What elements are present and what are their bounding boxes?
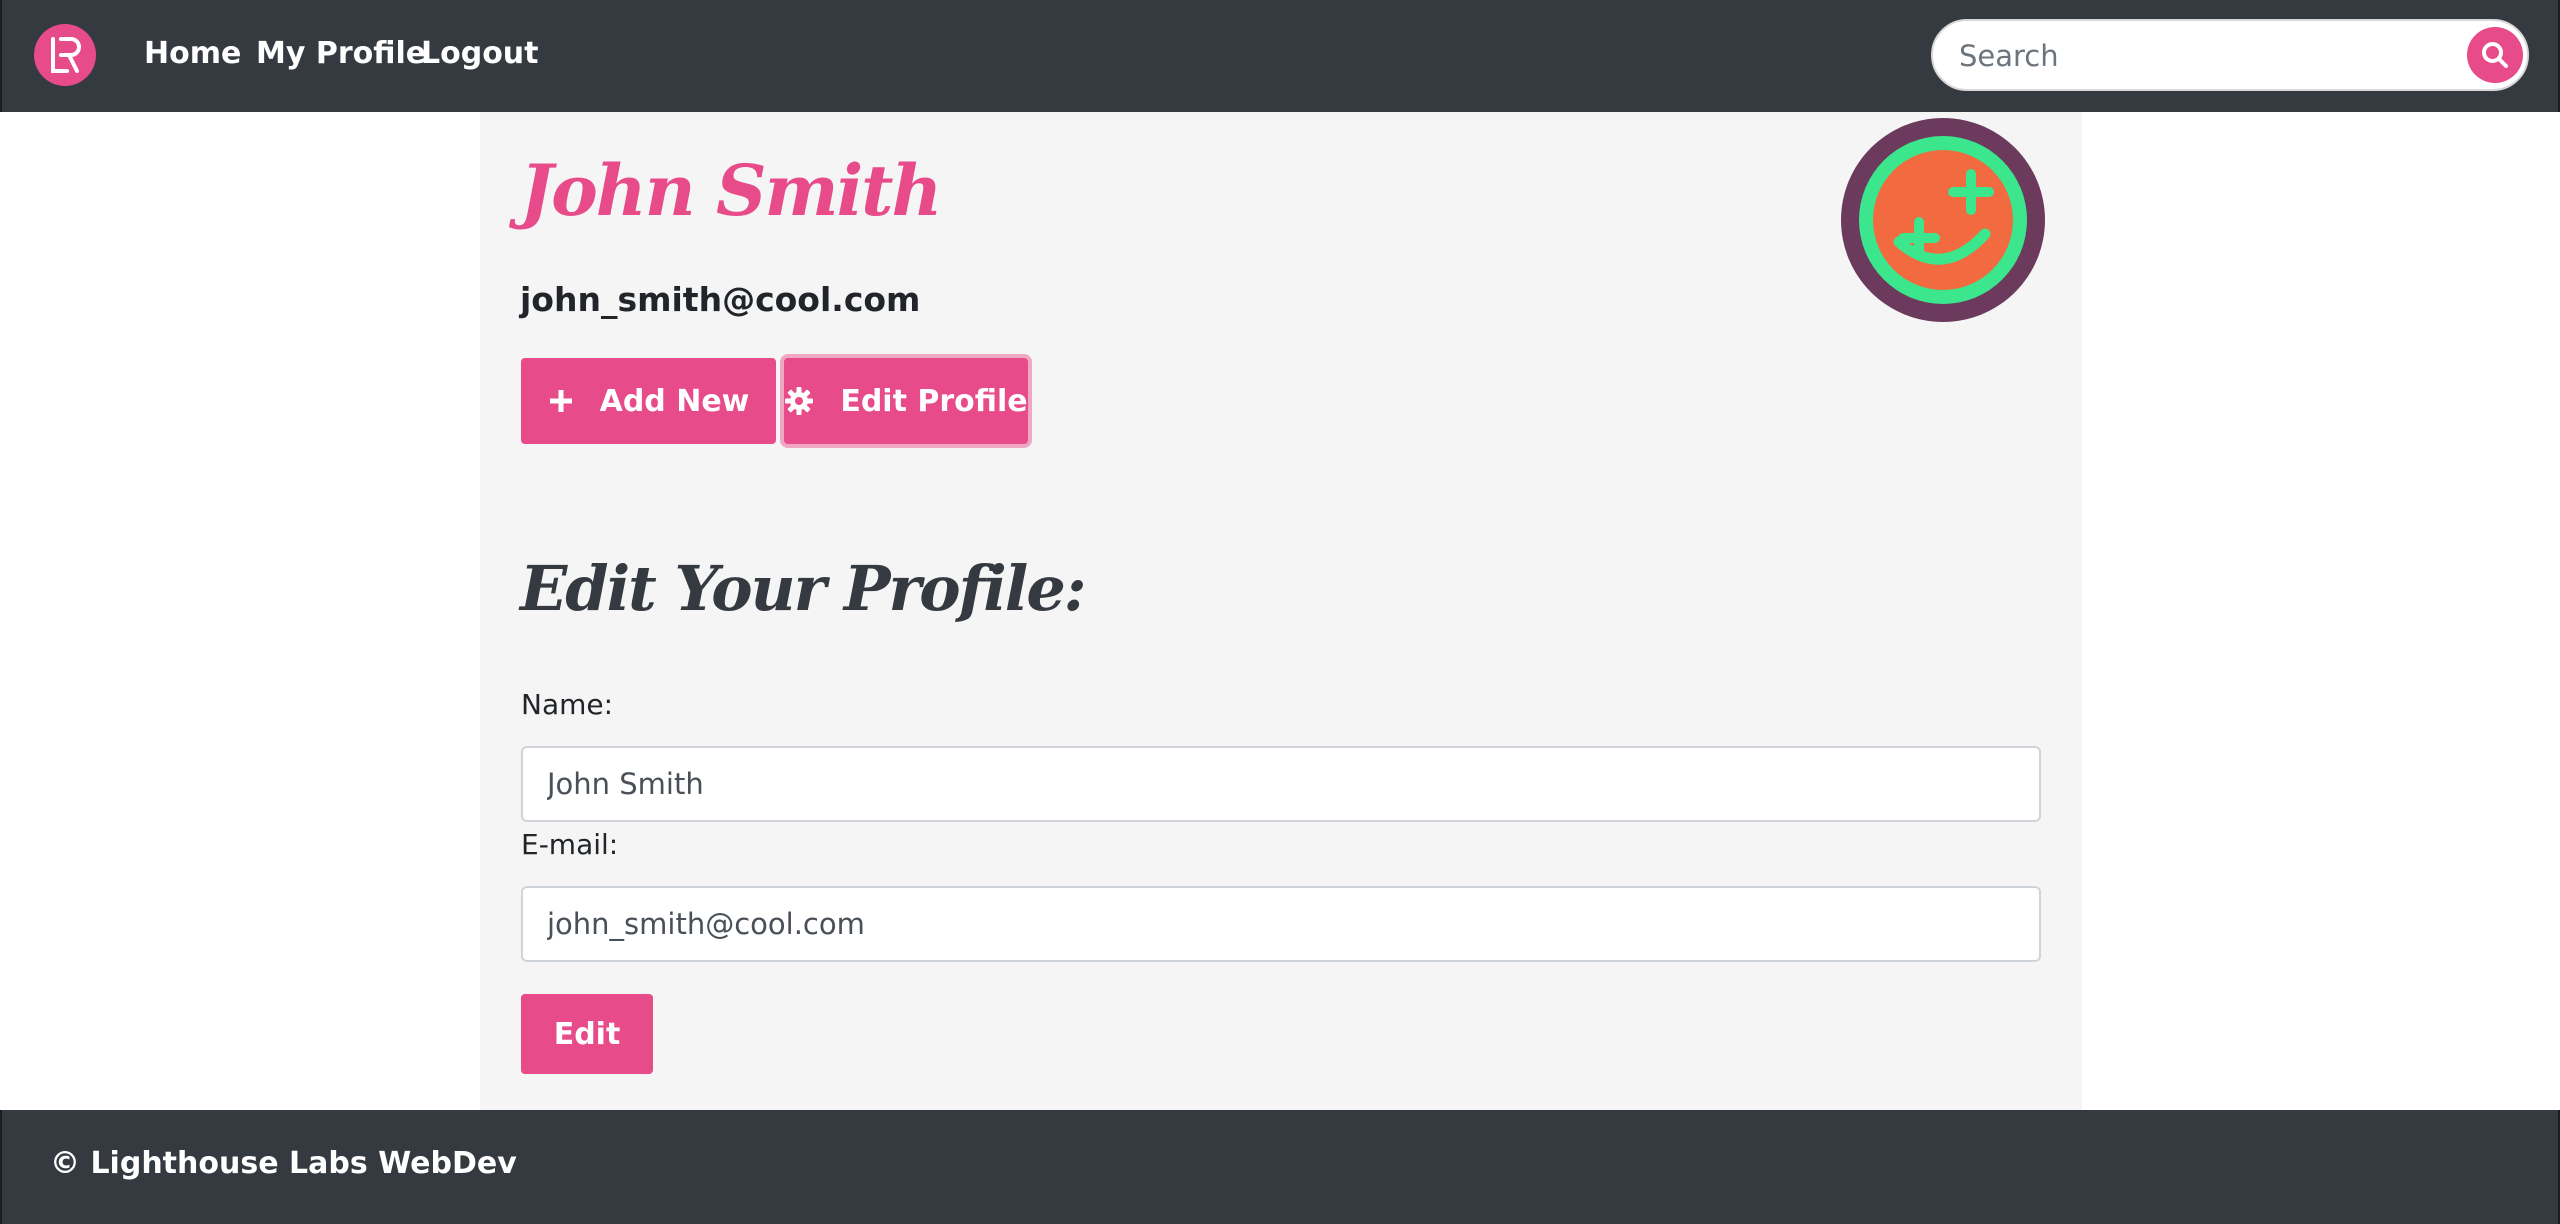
plus-icon bbox=[548, 388, 574, 414]
smiley-avatar-icon bbox=[1859, 136, 2027, 304]
search-form bbox=[1931, 19, 2529, 91]
nav-link-home[interactable]: Home bbox=[144, 30, 241, 78]
email-field[interactable] bbox=[521, 886, 2041, 962]
lr-logo-icon bbox=[51, 37, 81, 73]
brand-logo[interactable] bbox=[34, 24, 96, 86]
email-label: E-mail: bbox=[521, 828, 619, 861]
name-field[interactable] bbox=[521, 746, 2041, 822]
edit-profile-button[interactable]: Edit Profile bbox=[784, 358, 1028, 444]
add-new-label: Add New bbox=[599, 383, 750, 419]
profile-name: John Smith bbox=[520, 149, 942, 232]
profile-email: john_smith@cool.com bbox=[520, 280, 921, 319]
gear-icon bbox=[784, 386, 814, 416]
add-new-button[interactable]: Add New bbox=[521, 358, 776, 444]
name-label: Name: bbox=[521, 688, 614, 721]
footer-copyright: © Lighthouse Labs WebDev bbox=[50, 1146, 517, 1181]
search-icon bbox=[2482, 42, 2508, 68]
edit-profile-heading: Edit Your Profile: bbox=[520, 552, 1087, 625]
profile-panel: John Smith john_smith@cool.com Add New E… bbox=[480, 112, 2082, 1110]
nav-link-logout[interactable]: Logout bbox=[421, 30, 539, 78]
search-input[interactable] bbox=[1957, 29, 2431, 83]
edit-submit-button[interactable]: Edit bbox=[521, 994, 653, 1074]
edit-profile-label: Edit Profile bbox=[840, 383, 1028, 419]
navbar: Home My Profile Logout bbox=[0, 0, 2560, 112]
footer: © Lighthouse Labs WebDev bbox=[0, 1110, 2560, 1224]
nav-link-my-profile[interactable]: My Profile bbox=[256, 30, 426, 78]
search-button[interactable] bbox=[2467, 27, 2523, 83]
avatar bbox=[1841, 118, 2045, 322]
